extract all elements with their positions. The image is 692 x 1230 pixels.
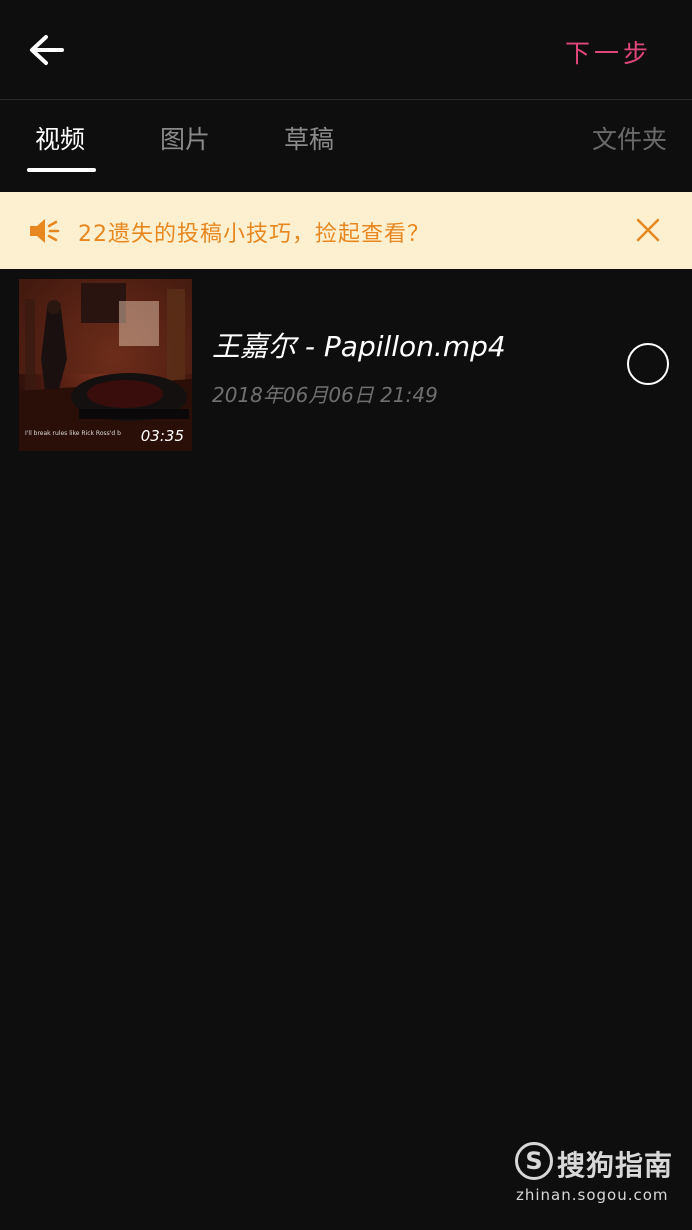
video-list-item[interactable]: I'll break rules like Rick Ross'd b 03:3… (0, 269, 692, 459)
watermark-url: zhinan.sogou.com (516, 1186, 669, 1204)
close-icon[interactable] (634, 216, 662, 244)
video-date: 2018年06月06日 21:49 (212, 383, 438, 407)
video-thumbnail: I'll break rules like Rick Ross'd b 03:3… (19, 279, 192, 451)
sogou-logo-icon: S (515, 1142, 553, 1180)
watermark-brand: 搜狗指南 (557, 1149, 674, 1182)
video-title: 王嘉尔 - Papillon.mp4 (212, 330, 506, 363)
video-duration: 03:35 (140, 427, 184, 445)
tips-banner[interactable]: 22遗失的投稿小技巧，捡起查看？ (0, 192, 692, 269)
back-button[interactable] (24, 30, 68, 70)
arrow-left-icon (30, 35, 64, 65)
active-tab-indicator (27, 168, 96, 172)
sogou-watermark: S 搜狗指南 zhinan.sogou.com (515, 1142, 675, 1212)
next-step-button[interactable]: 下一步 (565, 34, 652, 70)
thumbnail-image (19, 279, 192, 451)
select-checkbox[interactable] (627, 343, 669, 385)
thumbnail-caption: I'll break rules like Rick Ross'd b (25, 430, 121, 437)
tab-images[interactable]: 图片 (160, 120, 210, 156)
tab-video[interactable]: 视频 (35, 120, 85, 156)
media-tabs: 视频 图片 草稿 文件夹 (0, 100, 692, 192)
tips-banner-text: 22遗失的投稿小技巧，捡起查看？ (78, 222, 430, 247)
tab-drafts[interactable]: 草稿 (284, 120, 334, 156)
speaker-icon (30, 219, 60, 243)
tab-folder[interactable]: 文件夹 (592, 120, 667, 156)
top-bar: 下一步 (0, 0, 692, 100)
